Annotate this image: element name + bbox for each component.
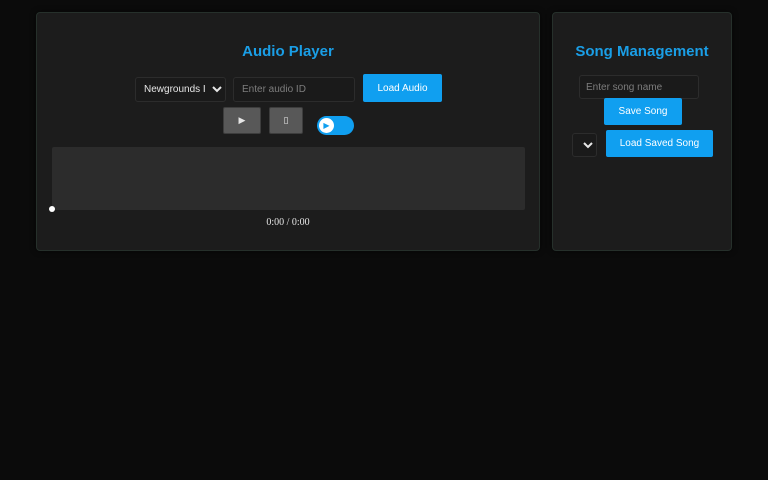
seek-handle[interactable] bbox=[49, 206, 55, 212]
toggle-knob-play-icon: ▶ bbox=[319, 118, 334, 133]
source-type-select[interactable]: Newgrounds ID bbox=[135, 77, 226, 102]
audio-player-panel: Audio Player Newgrounds ID Load Audio ▶ … bbox=[36, 12, 540, 251]
song-management-title: Song Management bbox=[575, 43, 709, 60]
stop-button[interactable]: ▯ bbox=[269, 107, 303, 134]
waveform-display[interactable] bbox=[52, 147, 525, 210]
load-audio-button[interactable]: Load Audio bbox=[363, 74, 442, 102]
play-icon: ▶ bbox=[238, 115, 246, 126]
audio-player-title: Audio Player bbox=[242, 43, 334, 60]
time-display: 0:00 / 0:00 bbox=[266, 217, 310, 228]
stop-icon: ▯ bbox=[283, 115, 289, 126]
play-button[interactable]: ▶ bbox=[223, 107, 261, 134]
saved-songs-select[interactable] bbox=[572, 133, 597, 157]
song-name-input[interactable] bbox=[579, 75, 699, 99]
load-saved-song-button[interactable]: Load Saved Song bbox=[606, 130, 713, 157]
audio-id-input[interactable] bbox=[233, 77, 355, 102]
song-management-panel: Song Management Save Song Load Saved Son… bbox=[552, 12, 732, 251]
autoplay-toggle[interactable]: ▶ bbox=[317, 116, 354, 135]
save-song-button[interactable]: Save Song bbox=[604, 98, 682, 125]
